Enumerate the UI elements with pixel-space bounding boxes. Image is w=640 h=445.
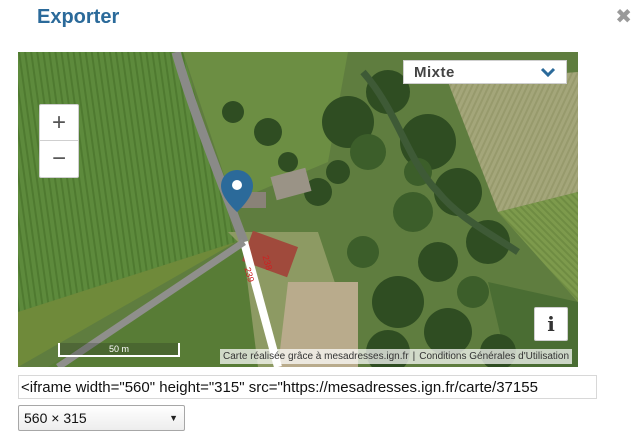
map-attribution: Carte réalisée grâce à mesadresses.ign.f…: [219, 349, 572, 364]
zoom-in-button[interactable]: +: [40, 105, 78, 141]
chevron-down-icon: [540, 67, 556, 77]
terms-link[interactable]: Conditions Générales d'Utilisation: [419, 351, 569, 362]
size-select[interactable]: 560 × 315 ▼: [18, 405, 185, 431]
map-view[interactable]: 239 238 + − Mixte i 50 m Carte réalisée …: [18, 52, 578, 367]
scale-bar: 50 m: [58, 343, 180, 357]
size-select-value: 560 × 315: [24, 410, 87, 426]
close-icon[interactable]: ✖: [615, 6, 632, 28]
layer-select-value: Mixte: [414, 63, 455, 81]
attribution-separator: |: [412, 351, 416, 362]
zoom-control: + −: [39, 104, 79, 178]
zoom-out-button[interactable]: −: [40, 141, 78, 176]
attribution-credit-link[interactable]: Carte réalisée grâce à mesadresses.ign.f…: [223, 351, 409, 362]
embed-code-field[interactable]: [18, 375, 597, 399]
dropdown-arrow-icon: ▼: [169, 413, 178, 423]
info-button[interactable]: i: [534, 307, 568, 341]
layer-select[interactable]: Mixte: [403, 60, 567, 84]
aerial-imagery: 239 238: [18, 52, 578, 367]
dialog-title: Exporter: [37, 6, 120, 28]
